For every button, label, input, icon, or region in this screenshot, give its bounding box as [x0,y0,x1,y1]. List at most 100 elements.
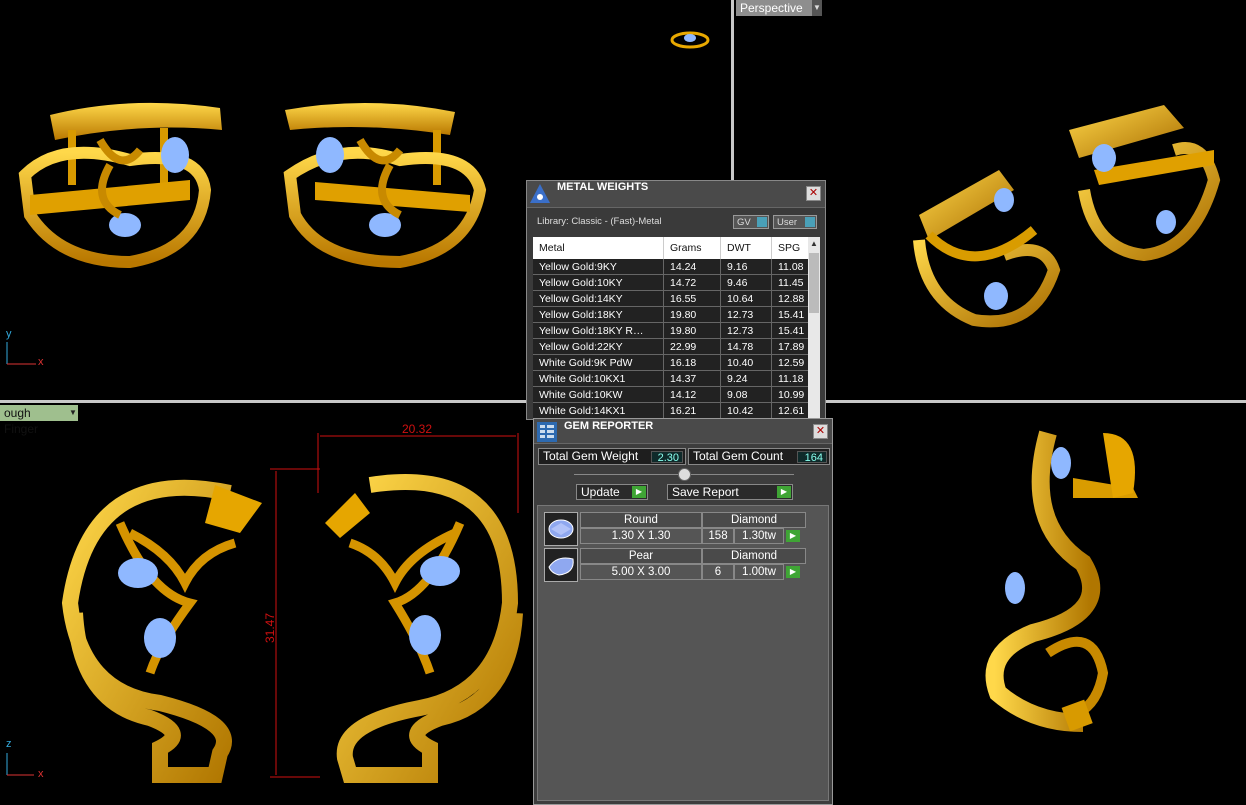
cell-metal: Yellow Gold:18KY [533,306,664,323]
total-gem-count-label: Total Gem Count [693,449,784,463]
table-row[interactable]: Yellow Gold:22KY 22.99 14.78 17.89 [533,338,812,355]
table-row[interactable]: White Gold:10KW 14.12 9.08 10.99 [533,386,812,403]
cell-spg: 11.18 [771,370,812,387]
cell-metal: White Gold:10KW [533,386,664,403]
scroll-thumb[interactable] [809,253,819,313]
metal-weights-icon [530,184,550,203]
save-report-button[interactable]: Save Report ▶ [667,484,793,500]
cell-grams: 14.37 [663,370,721,387]
gv-toggle[interactable]: GV [733,215,769,229]
side-earring-left [61,479,262,783]
cell-metal: Yellow Gold:9KY [533,259,664,275]
gem-row-pear[interactable]: Pear Diamond 5.00 X 3.00 6 1.00tw ▶ [544,548,806,582]
cell-grams: 16.18 [663,354,721,371]
gem-row-round[interactable]: Round Diamond 1.30 X 1.30 158 1.30tw ▶ [544,512,806,546]
library-label: Library: Classic - (Fast)-Metal [537,216,662,227]
cell-grams: 19.80 [663,306,721,323]
user-toggle[interactable]: User [773,215,817,229]
cell-grams: 14.24 [663,259,721,275]
earring-profile-render [985,430,1138,732]
cell-metal: White Gold:10KX1 [533,370,664,387]
cell-grams: 19.80 [663,322,721,339]
cell-grams: 16.55 [663,290,721,307]
column-header-grams[interactable]: Grams [663,237,721,259]
metal-weights-titlebar[interactable]: METAL WEIGHTS ✕ [527,181,825,208]
metal-weights-title: METAL WEIGHTS [557,181,649,193]
cell-spg: 11.45 [771,274,812,291]
viewport-bottom-left[interactable]: ough Finger ▼ 20.32 31.47 z x [0,403,533,805]
select-gem-button[interactable]: ▶ [786,566,800,578]
column-header-spg[interactable]: SPG [771,237,812,259]
cell-metal: White Gold:9K PdW [533,354,664,371]
gem-count: 158 [702,528,734,544]
scroll-up-icon[interactable]: ▲ [808,239,820,248]
round-gem-icon [544,512,578,546]
table-row[interactable]: White Gold:10KX1 14.37 9.24 11.18 [533,370,812,387]
cell-dwt: 12.73 [720,306,772,323]
cell-grams: 14.12 [663,386,721,403]
gem-list: Round Diamond 1.30 X 1.30 158 1.30tw ▶ P… [537,505,829,801]
gem-size: 1.30 X 1.30 [580,528,702,544]
table-row[interactable]: White Gold:14KX1 16.21 10.42 12.61 [533,402,812,419]
gem-shape: Round [580,512,702,528]
table-header: Metal Grams DWT SPG [533,237,812,259]
total-gem-weight-value: 2.30 [651,451,683,464]
metal-table-scrollbar[interactable]: ▲ [808,237,820,419]
gem-reporter-icon [537,422,557,442]
table-row[interactable]: Yellow Gold:9KY 14.24 9.16 11.08 [533,259,812,275]
panel-slider-knob[interactable] [678,468,691,481]
cell-dwt: 9.24 [720,370,772,387]
dimension-width: 20.32 [402,422,432,436]
axis-z-label: z [6,738,12,750]
close-icon[interactable]: ✕ [806,186,821,201]
cell-dwt: 9.08 [720,386,772,403]
gem-type: Diamond [702,548,806,564]
cell-dwt: 9.46 [720,274,772,291]
cell-grams: 22.99 [663,338,721,355]
cell-grams: 14.72 [663,274,721,291]
cell-dwt: 12.73 [720,322,772,339]
gem-weight: 1.30tw [734,528,784,544]
total-gem-count-box: Total Gem Count 164 [688,448,830,465]
side-earring-right [325,474,523,783]
left-earring [18,102,222,269]
cell-spg: 17.89 [771,338,812,355]
cell-dwt: 10.40 [720,354,772,371]
metal-weights-window[interactable]: METAL WEIGHTS ✕ Library: Classic - (Fast… [526,180,826,420]
cell-dwt: 10.42 [720,402,772,419]
viewport-bottom-right[interactable] [833,403,1246,805]
cell-spg: 11.08 [771,259,812,275]
gem-reporter-window[interactable]: GEM REPORTER ✕ Total Gem Weight 2.30 Tot… [533,418,833,805]
select-gem-button[interactable]: ▶ [786,530,800,542]
cell-spg: 12.61 [771,402,812,419]
axis-y-label: y [6,328,12,340]
cell-dwt: 10.64 [720,290,772,307]
close-icon[interactable]: ✕ [813,424,828,439]
table-row[interactable]: Yellow Gold:18KY 19.80 12.73 15.41 [533,306,812,323]
right-earring [283,102,487,269]
cell-metal: Yellow Gold:14KY [533,290,664,307]
cell-spg: 15.41 [771,306,812,323]
cell-metal: White Gold:14KX1 [533,402,664,419]
perspective-earring-right [1069,105,1221,262]
table-row[interactable]: Yellow Gold:10KY 14.72 9.46 11.45 [533,274,812,291]
perspective-earring-left [913,170,1061,328]
total-gem-weight-label: Total Gem Weight [543,449,639,463]
gem-count: 6 [702,564,734,580]
cell-dwt: 9.16 [720,259,772,275]
pear-gem-icon [544,548,578,582]
cell-spg: 10.99 [771,386,812,403]
dimension-height: 31.47 [263,613,277,643]
cell-spg: 12.88 [771,290,812,307]
update-button[interactable]: Update ▶ [576,484,648,500]
axis-x-label: x [38,768,44,780]
gem-reporter-title: GEM REPORTER [564,420,654,432]
table-row[interactable]: White Gold:9K PdW 16.18 10.40 12.59 [533,354,812,371]
gem-reporter-titlebar[interactable]: GEM REPORTER ✕ [534,419,832,444]
table-row[interactable]: Yellow Gold:14KY 16.55 10.64 12.88 [533,290,812,307]
table-row[interactable]: Yellow Gold:18KY R… 19.80 12.73 15.41 [533,322,812,339]
cell-metal: Yellow Gold:10KY [533,274,664,291]
column-header-dwt[interactable]: DWT [720,237,772,259]
column-header-metal[interactable]: Metal [533,237,664,259]
cell-metal: Yellow Gold:22KY [533,338,664,355]
